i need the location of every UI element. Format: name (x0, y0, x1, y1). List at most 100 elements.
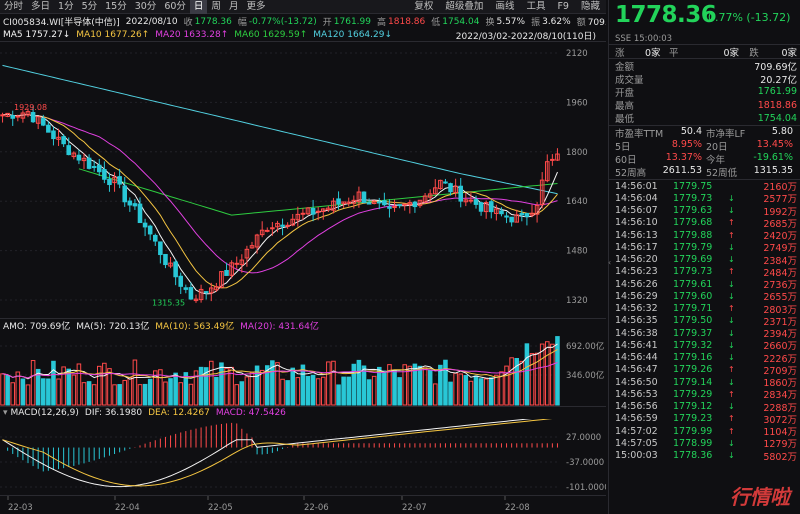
exchange-time: SSE 15:00:03 (615, 34, 673, 44)
candle-body (40, 118, 46, 126)
tick-price: 1779.99 (673, 425, 713, 437)
low-annotation: 1315.35 (152, 299, 185, 308)
volume-bar (0, 373, 5, 406)
candle-body (488, 201, 494, 213)
arrow-down-icon: ↓ (728, 340, 735, 350)
candlestick-chart[interactable]: 2120 1960 1800 1640 1480 1320 1929.08 1315.35 (0, 43, 606, 315)
chart-tool-button[interactable]: 工具 (520, 0, 551, 14)
tick-price: 1779.60 (673, 290, 713, 302)
low-value: 1754.04 (442, 16, 480, 27)
tick-time: 14:56:23 (615, 266, 658, 278)
candle-body (519, 213, 525, 216)
chart-tool-button[interactable]: 复权 (408, 0, 439, 14)
flat-label: 平 (669, 47, 679, 59)
candle-body (0, 114, 5, 117)
candle-body (132, 203, 138, 207)
candle-body (61, 136, 66, 145)
amo-legend-row: AMO: 709.69亿 MA(5): 720.13亿 MA(10): 563.… (0, 318, 606, 331)
tick-price: 1779.73 (673, 192, 713, 204)
panel-collapse-icon[interactable]: ‹ (608, 258, 618, 272)
turnover-value: 5.57% (496, 16, 526, 27)
volume-bar (15, 371, 21, 406)
volume-bar (422, 367, 428, 406)
volume-chart[interactable]: 692.00亿 346.00亿 (0, 331, 606, 406)
price-axis-label: 1320 (566, 296, 588, 306)
arrow-down-icon: ↓ (728, 316, 735, 326)
amount-label: 额 (576, 18, 586, 28)
volume-bar (208, 360, 214, 406)
pair-label: 52周低 (706, 168, 738, 180)
arrow-down-icon: ↓ (728, 353, 735, 363)
volume-bar (432, 383, 438, 406)
pair-value: 5.80 (771, 125, 793, 137)
candle-body (336, 198, 341, 205)
amount-value: 709.69亿 (587, 18, 606, 28)
candle-body (300, 212, 306, 215)
period-tab[interactable]: 5分 (78, 0, 102, 14)
period-tab[interactable]: 多日 (27, 0, 54, 14)
tick-time: 14:56:41 (615, 339, 658, 351)
tick-time: 15:00:03 (615, 450, 658, 462)
period-tab[interactable]: 周 (207, 0, 225, 14)
period-tab[interactable]: 分时 (0, 0, 27, 14)
volume-bar (346, 376, 352, 406)
volume-bar (219, 362, 224, 406)
price-axis-label: 1800 (566, 148, 588, 158)
date-axis-label: 22-05 (208, 503, 233, 513)
period-tabs: 分时 多日 1分 5分 15分 30分 60分日周月更多 (0, 0, 269, 14)
volume-axis-label: 692.00亿 (566, 341, 604, 352)
chart-tool-button[interactable]: 隐藏 (575, 0, 606, 14)
quote-row-value: 1818.86 (757, 99, 797, 111)
date-axis-label: 22-07 (402, 503, 427, 513)
volume-bar (478, 378, 484, 406)
period-tab[interactable]: 15分 (101, 0, 131, 14)
pair-label: 市盈率TTM (615, 128, 664, 140)
candle-body (264, 229, 270, 232)
macd-chart[interactable]: 27.0000 -37.0000 -101.0000 (0, 419, 606, 495)
tick-price: 1779.12 (673, 401, 713, 413)
pair-value: 1315.35 (753, 165, 793, 177)
tick-time: 14:56:50 (615, 376, 658, 388)
period-tab[interactable]: 月 (225, 0, 243, 14)
period-tab[interactable]: 更多 (242, 0, 269, 14)
candle-body (473, 199, 479, 205)
volume-bar (336, 384, 341, 406)
tick-time: 14:56:53 (615, 388, 658, 400)
period-tab[interactable]: 30分 (131, 0, 161, 14)
volume-bar (361, 365, 367, 406)
tick-time: 14:56:29 (615, 290, 658, 302)
open-value: 1761.99 (333, 16, 371, 27)
price-axis-label: 2120 (566, 49, 588, 59)
volume-bar (168, 378, 173, 406)
pair-label: 60日 (615, 154, 637, 166)
arrow-down-icon: ↓ (728, 255, 735, 265)
ma10-legend: MA10 1677.26↑ (76, 30, 150, 40)
chart-tool-button[interactable]: 画线 (489, 0, 520, 14)
macd-menu-icon[interactable]: ▾ (3, 408, 8, 418)
tick-price: 1779.73 (673, 266, 713, 278)
tick-price: 1778.99 (673, 437, 713, 449)
arrow-up-icon: ↑ (728, 267, 735, 277)
period-tab[interactable]: 60分 (160, 0, 190, 14)
adv-count: 0家 (645, 47, 661, 59)
period-tab[interactable]: 日 (189, 0, 208, 14)
arrow-up-icon: ↑ (728, 230, 735, 240)
tick-time: 14:57:05 (615, 437, 658, 449)
tick-price: 1779.50 (673, 315, 713, 327)
volume-bar (315, 378, 321, 406)
period-tab[interactable]: 1分 (54, 0, 78, 14)
volume-bar (524, 343, 530, 406)
ma120-line (2, 64, 558, 195)
quote-row-label: 开盘 (615, 87, 635, 99)
tick-price: 1779.68 (673, 217, 713, 229)
chart-tool-button[interactable]: 超级叠加 (439, 0, 489, 14)
tick-time: 14:56:38 (615, 327, 658, 339)
volume-bar (483, 378, 489, 406)
candle-body (310, 207, 316, 215)
arrow-down-icon: ↓ (728, 291, 735, 301)
ma20-line (2, 113, 558, 274)
chart-tool-button[interactable]: F9 (551, 0, 575, 14)
macd-axis-label: 27.0000 (566, 433, 601, 443)
dif-line (2, 419, 533, 488)
volume-bar (137, 384, 143, 406)
